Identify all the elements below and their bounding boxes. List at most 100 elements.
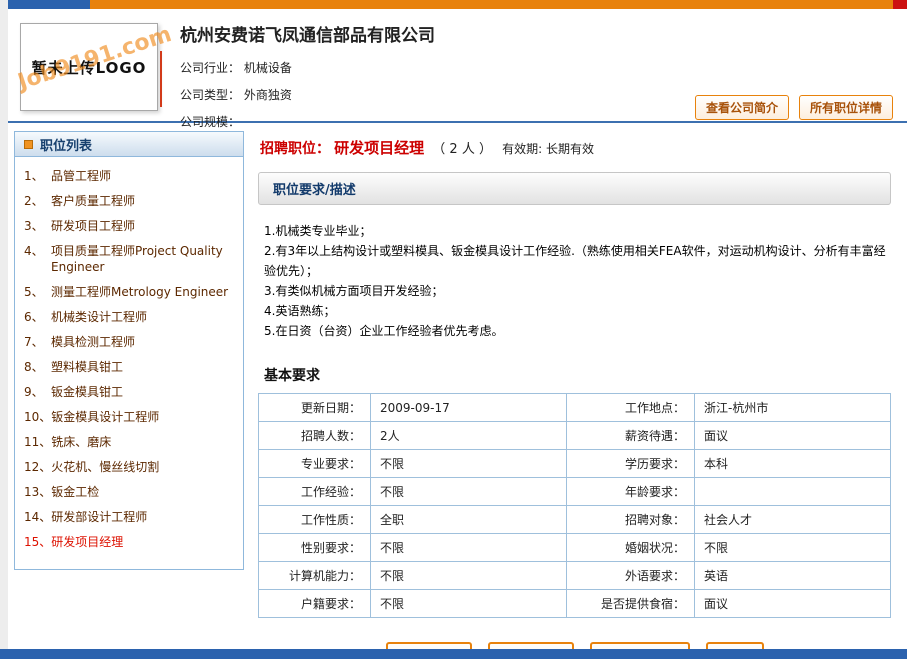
req-value: 本科: [695, 450, 891, 478]
req-value: 英语: [695, 562, 891, 590]
sidebar-item-job-7[interactable]: 7、 模具检测工程师: [21, 334, 237, 350]
req-value: 面议: [695, 590, 891, 618]
job-description-line: 5.在日资（台资）企业工作经验者优先考虑。: [264, 321, 891, 341]
req-value: [695, 478, 891, 506]
action-buttons: 立刻申请 收藏职位 推荐给好友 打印: [258, 642, 891, 649]
job-description-section-header: 职位要求/描述: [258, 172, 891, 205]
req-value: 面议: [695, 422, 891, 450]
job-number: 4、: [21, 243, 51, 275]
sidebar-item-job-12[interactable]: 12、 火花机、慢丝线切割: [21, 459, 237, 475]
job-title-link: 项目质量工程师Project Quality Engineer: [51, 243, 237, 275]
job-description-line: 4.英语熟练；: [264, 301, 891, 321]
sidebar-item-job-14[interactable]: 14、 研发部设计工程师: [21, 509, 237, 525]
req-value: 全职: [371, 506, 567, 534]
job-title-link: 模具检测工程师: [51, 334, 237, 350]
orange-square-icon: [24, 140, 33, 149]
job-title-link: 钣金模具钳工: [51, 384, 237, 400]
company-header: 暂未上传LOGO Job9191.com 杭州安费诺飞凤通信部品有限公司 公司行…: [8, 9, 907, 121]
table-row: 招聘人数： 2人 薪资待遇： 面议: [259, 422, 891, 450]
job-headcount: （ 2 人 ）: [432, 142, 492, 157]
table-row: 计算机能力： 不限 外语要求： 英语: [259, 562, 891, 590]
req-label: 学历要求：: [567, 450, 695, 478]
job-number: 3、: [21, 218, 51, 234]
job-list-sidebar: 职位列表 1、 品管工程师 2、 客户质量工程师 3、 研发项目工程师: [14, 131, 244, 570]
job-title-link: 研发部设计工程师: [51, 509, 237, 525]
job-list: 1、 品管工程师 2、 客户质量工程师 3、 研发项目工程师 4、 项目质量工程…: [15, 157, 243, 569]
sidebar-item-job-1[interactable]: 1、 品管工程师: [21, 168, 237, 184]
job-description-line: 3.有类似机械方面项目开发经验；: [264, 281, 891, 301]
company-industry-label: 公司行业：: [180, 61, 240, 75]
sidebar-item-job-8[interactable]: 8、 塑料模具钳工: [21, 359, 237, 375]
job-number: 1、: [21, 168, 51, 184]
print-button[interactable]: 打印: [706, 642, 764, 649]
job-number: 6、: [21, 309, 51, 325]
job-title: 研发项目经理: [334, 139, 424, 157]
header-red-divider: [160, 51, 162, 107]
req-label: 户籍要求：: [259, 590, 371, 618]
req-label: 工作地点：: [567, 394, 695, 422]
req-label: 年龄要求：: [567, 478, 695, 506]
sidebar-item-job-6[interactable]: 6、 机械类设计工程师: [21, 309, 237, 325]
req-label: 工作性质：: [259, 506, 371, 534]
job-title-link: 钣金模具设计工程师: [51, 409, 237, 425]
job-number: 11、: [21, 434, 51, 450]
req-value: 浙江-杭州市: [695, 394, 891, 422]
sidebar-item-job-5[interactable]: 5、 测量工程师Metrology Engineer: [21, 284, 237, 300]
req-value: 不限: [371, 562, 567, 590]
job-title-link: 研发项目经理: [51, 534, 237, 550]
req-value: 不限: [371, 478, 567, 506]
job-title-link: 铣床、磨床: [51, 434, 237, 450]
company-type-label: 公司类型：: [180, 88, 240, 102]
job-number: 2、: [21, 193, 51, 209]
sidebar-item-job-11[interactable]: 11、 铣床、磨床: [21, 434, 237, 450]
job-title-link: 研发项目工程师: [51, 218, 237, 234]
sidebar-item-job-15-active[interactable]: 15、 研发项目经理: [21, 534, 237, 550]
header-buttons: 查看公司简介 所有职位详情: [695, 95, 893, 120]
job-description-line: 1.机械类专业毕业；: [264, 221, 891, 241]
job-title-link: 塑料模具钳工: [51, 359, 237, 375]
job-number: 12、: [21, 459, 51, 475]
req-value: 社会人才: [695, 506, 891, 534]
job-title-link: 客户质量工程师: [51, 193, 237, 209]
save-job-button[interactable]: 收藏职位: [488, 642, 574, 649]
job-number: 8、: [21, 359, 51, 375]
company-name: 杭州安费诺飞凤通信部品有限公司: [180, 19, 893, 54]
job-detail-content: 招聘职位： 研发项目经理 （ 2 人 ） 有效期: 长期有效 职位要求/描述 1…: [244, 131, 897, 649]
req-label: 性别要求：: [259, 534, 371, 562]
company-logo-placeholder: 暂未上传LOGO Job9191.com: [20, 23, 158, 111]
apply-now-button[interactable]: 立刻申请: [386, 642, 472, 649]
sidebar-item-job-4[interactable]: 4、 项目质量工程师Project Quality Engineer: [21, 243, 237, 275]
job-title-link: 机械类设计工程师: [51, 309, 237, 325]
job-title-link: 测量工程师Metrology Engineer: [51, 284, 237, 300]
job-validity: 有效期: 长期有效: [502, 142, 594, 156]
req-value: 不限: [371, 534, 567, 562]
req-label: 外语要求：: [567, 562, 695, 590]
sidebar-item-job-9[interactable]: 9、 钣金模具钳工: [21, 384, 237, 400]
job-title-link: 钣金工检: [51, 484, 237, 500]
topbar-orange-segment: [90, 0, 893, 9]
topbar-red-segment: [893, 0, 907, 9]
job-title-link: 火花机、慢丝线切割: [51, 459, 237, 475]
recommend-to-friend-button[interactable]: 推荐给好友: [590, 642, 690, 649]
req-value: 不限: [371, 450, 567, 478]
req-value: 不限: [371, 590, 567, 618]
sidebar-item-job-2[interactable]: 2、 客户质量工程师: [21, 193, 237, 209]
footer-bar: [0, 649, 907, 659]
job-number: 14、: [21, 509, 51, 525]
req-label: 婚姻状况：: [567, 534, 695, 562]
req-value: 不限: [695, 534, 891, 562]
req-label: 更新日期：: [259, 394, 371, 422]
sidebar-item-job-10[interactable]: 10、 钣金模具设计工程师: [21, 409, 237, 425]
all-jobs-detail-button[interactable]: 所有职位详情: [799, 95, 893, 120]
job-number: 13、: [21, 484, 51, 500]
sidebar-item-job-13[interactable]: 13、 钣金工检: [21, 484, 237, 500]
job-number: 9、: [21, 384, 51, 400]
body-row: 职位列表 1、 品管工程师 2、 客户质量工程师 3、 研发项目工程师: [8, 123, 907, 649]
top-color-bar: [8, 0, 907, 9]
recruit-position-label: 招聘职位：: [260, 141, 330, 157]
view-company-profile-button[interactable]: 查看公司简介: [695, 95, 789, 120]
job-description-line: 2.有3年以上结构设计或塑料模具、钣金模具设计工作经验.（熟练使用相关FEA软件…: [264, 241, 891, 281]
job-list-title: 职位列表: [40, 135, 92, 154]
job-number: 15、: [21, 534, 51, 550]
sidebar-item-job-3[interactable]: 3、 研发项目工程师: [21, 218, 237, 234]
